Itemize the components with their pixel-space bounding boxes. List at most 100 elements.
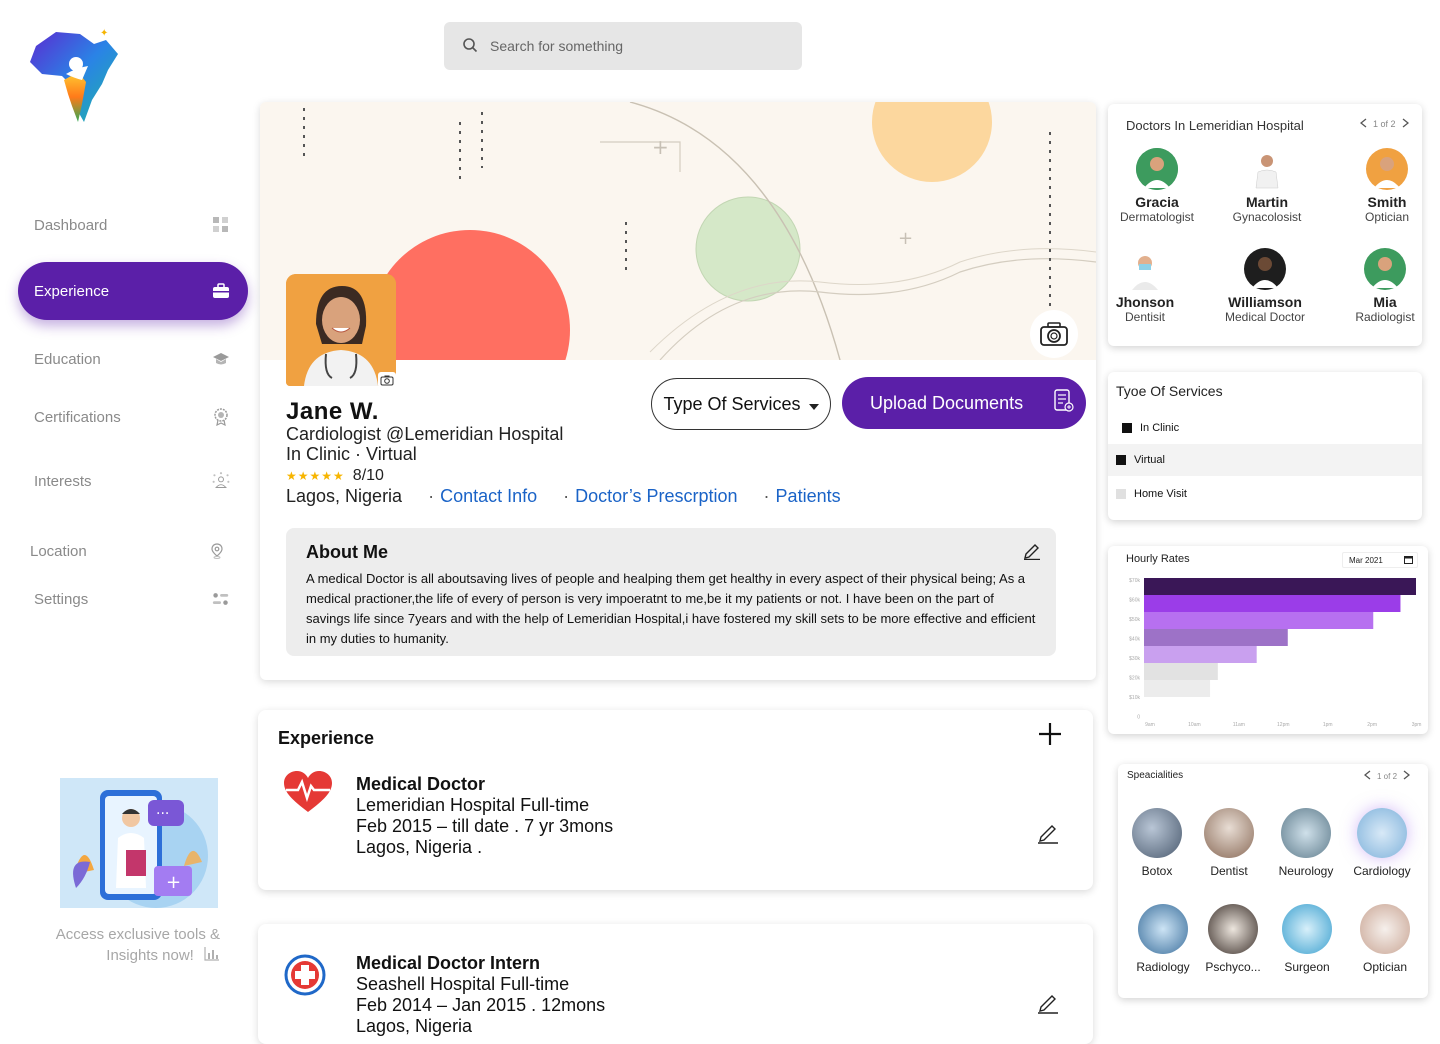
search-input[interactable]: [490, 38, 770, 54]
sidebar-item-experience[interactable]: Experience: [18, 262, 248, 320]
speciality-label: Cardiology: [1353, 864, 1411, 878]
doctors-pager-text: 1 of 2: [1373, 119, 1396, 129]
doctor-spec: Gynacolosist: [1232, 210, 1302, 224]
speciality-radiology[interactable]: Radiology: [1125, 904, 1201, 974]
profile-mode: In Clinic · Virtual: [286, 444, 417, 464]
specialities-panel: Speacialities 1 of 2 Botox Dentist Neuro…: [1118, 764, 1428, 998]
speciality-psychology[interactable]: Pschyco...: [1195, 904, 1271, 974]
speciality-botox[interactable]: Botox: [1119, 808, 1195, 878]
contact-info-link[interactable]: Contact Info: [440, 486, 537, 507]
doctor-card-martin[interactable]: Martin Gynacolosist: [1212, 148, 1322, 224]
sidebar-item-certifications[interactable]: Certifications: [18, 389, 248, 445]
service-option-virtual[interactable]: Virtual: [1108, 444, 1422, 476]
sidebar-item-label: Dashboard: [34, 216, 108, 234]
profile-name: Jane W.: [286, 398, 379, 425]
doctors-panel-title: Doctors In Lemeridian Hospital: [1126, 118, 1304, 133]
svg-text:+: +: [166, 872, 181, 893]
rate-bar: [1144, 629, 1288, 646]
y-tick-label: $10k: [1129, 695, 1140, 701]
checkbox-checked[interactable]: [1116, 455, 1126, 465]
sidebar-item-label: Interests: [34, 472, 92, 490]
specialities-pager: 1 of 2: [1363, 770, 1411, 782]
about-section: About Me A medical Doctor is all aboutsa…: [286, 528, 1056, 656]
speciality-dentist[interactable]: Dentist: [1191, 808, 1267, 878]
rate-bar: [1144, 680, 1211, 697]
services-panel-title: Tyoe Of Services: [1116, 383, 1223, 399]
service-option-label: Virtual: [1134, 454, 1165, 466]
speciality-label: Botox: [1141, 864, 1173, 878]
x-tick-label: 2pm: [1367, 722, 1377, 728]
services-panel: Tyoe Of Services In Clinic Virtual Home …: [1108, 372, 1422, 520]
badge-icon: [212, 408, 230, 426]
speciality-label: Neurology: [1278, 864, 1334, 878]
speciality-cardiology[interactable]: Cardiology: [1344, 808, 1420, 878]
experience-card: Experience Medical Doctor Lemeridian Hos…: [258, 710, 1093, 890]
search-bar[interactable]: [444, 22, 802, 70]
type-of-services-label: Type Of Services: [663, 393, 801, 414]
y-tick-label: $70k: [1129, 578, 1140, 584]
doctor-spec: Optician: [1364, 210, 1410, 224]
service-option-in-clinic[interactable]: In Clinic: [1108, 412, 1422, 444]
experience-role: Medical Doctor: [356, 774, 486, 794]
profile-avatar[interactable]: [286, 274, 396, 386]
sidebar-item-settings[interactable]: Settings: [18, 571, 248, 627]
edit-about-icon[interactable]: [1022, 540, 1042, 565]
y-tick-label: $60k: [1129, 598, 1140, 604]
checkbox-checked[interactable]: [1122, 423, 1132, 433]
doctor-spec: Medical Doctor: [1224, 310, 1306, 324]
doctors-panel: Doctors In Lemeridian Hospital 1 of 2 Gr…: [1108, 104, 1422, 346]
checkbox-unchecked[interactable]: [1116, 489, 1126, 499]
upload-documents-button[interactable]: Upload Documents: [842, 377, 1086, 429]
doctor-card-williamson[interactable]: Williamson Medical Doctor: [1210, 248, 1320, 324]
prescription-link[interactable]: Doctor’s Prescrption: [575, 486, 737, 507]
promo-text-line1: Access exclusive tools &: [55, 926, 220, 943]
doctor-card-mia[interactable]: Mia Radiologist: [1330, 248, 1440, 324]
sidebar-item-education[interactable]: Education: [18, 331, 248, 387]
speciality-optician[interactable]: Optician: [1347, 904, 1423, 974]
calendar-icon: [1404, 555, 1413, 566]
heart-pulse-icon: [282, 770, 334, 819]
sidebar-item-label: Settings: [34, 590, 89, 608]
sidebar-item-dashboard[interactable]: Dashboard: [18, 197, 248, 253]
graduation-cap-icon: [212, 350, 230, 368]
speciality-surgeon[interactable]: Surgeon: [1269, 904, 1345, 974]
grid-icon: [212, 216, 230, 234]
link-bullet: ·: [763, 486, 770, 506]
hourly-rates-title: Hourly Rates: [1126, 553, 1190, 565]
about-text: A medical Doctor is all aboutsaving live…: [306, 571, 1036, 646]
service-option-label: Home Visit: [1134, 488, 1187, 500]
chevron-right-icon[interactable]: [1402, 118, 1409, 130]
edit-experience-icon[interactable]: [1036, 990, 1060, 1019]
specialities-pager-text: 1 of 2: [1377, 771, 1398, 781]
experience-dates: Feb 2015 – till date . 7 yr 3mons: [356, 816, 614, 836]
chevron-left-icon[interactable]: [1359, 118, 1367, 130]
add-experience-icon[interactable]: [1036, 720, 1064, 753]
service-option-home-visit[interactable]: Home Visit: [1108, 478, 1422, 510]
promo-illustration[interactable]: ··· +: [60, 778, 218, 908]
x-tick-label: 9am: [1145, 722, 1155, 728]
experience-place: Seashell Hospital Full-time: [356, 974, 570, 994]
cover-camera-icon[interactable]: [1030, 310, 1078, 358]
y-tick-label: $30k: [1129, 656, 1140, 662]
chevron-right-icon[interactable]: [1403, 770, 1411, 782]
type-of-services-button[interactable]: Type Of Services: [651, 378, 831, 430]
patients-link[interactable]: Patients: [776, 486, 841, 507]
cardiology-icon: [1357, 808, 1407, 858]
profile-rating: ★★★★★ 8/10: [286, 467, 384, 485]
doctor-name: Jhonson: [1115, 294, 1175, 310]
promo-text[interactable]: Access exclusive tools & Insights now!: [40, 924, 220, 967]
svg-text:+: +: [898, 228, 913, 249]
doctor-card-gracia[interactable]: Gracia Dermatologist: [1102, 148, 1212, 224]
date-picker[interactable]: Mar 2021: [1342, 552, 1418, 568]
rate-bar: [1144, 612, 1374, 629]
chevron-left-icon[interactable]: [1363, 770, 1371, 782]
speciality-neurology[interactable]: Neurology: [1268, 808, 1344, 878]
avatar-camera-icon[interactable]: [378, 372, 396, 388]
search-icon: [462, 37, 478, 56]
doctor-avatar: [1246, 148, 1288, 190]
optician-icon: [1360, 904, 1410, 954]
doctor-card-jhonson[interactable]: Jhonson Dentisit: [1090, 248, 1200, 324]
edit-experience-icon[interactable]: [1036, 820, 1060, 849]
sidebar-item-interests[interactable]: Interests: [18, 453, 248, 509]
doctor-card-smith[interactable]: Smith Optician: [1332, 148, 1440, 224]
